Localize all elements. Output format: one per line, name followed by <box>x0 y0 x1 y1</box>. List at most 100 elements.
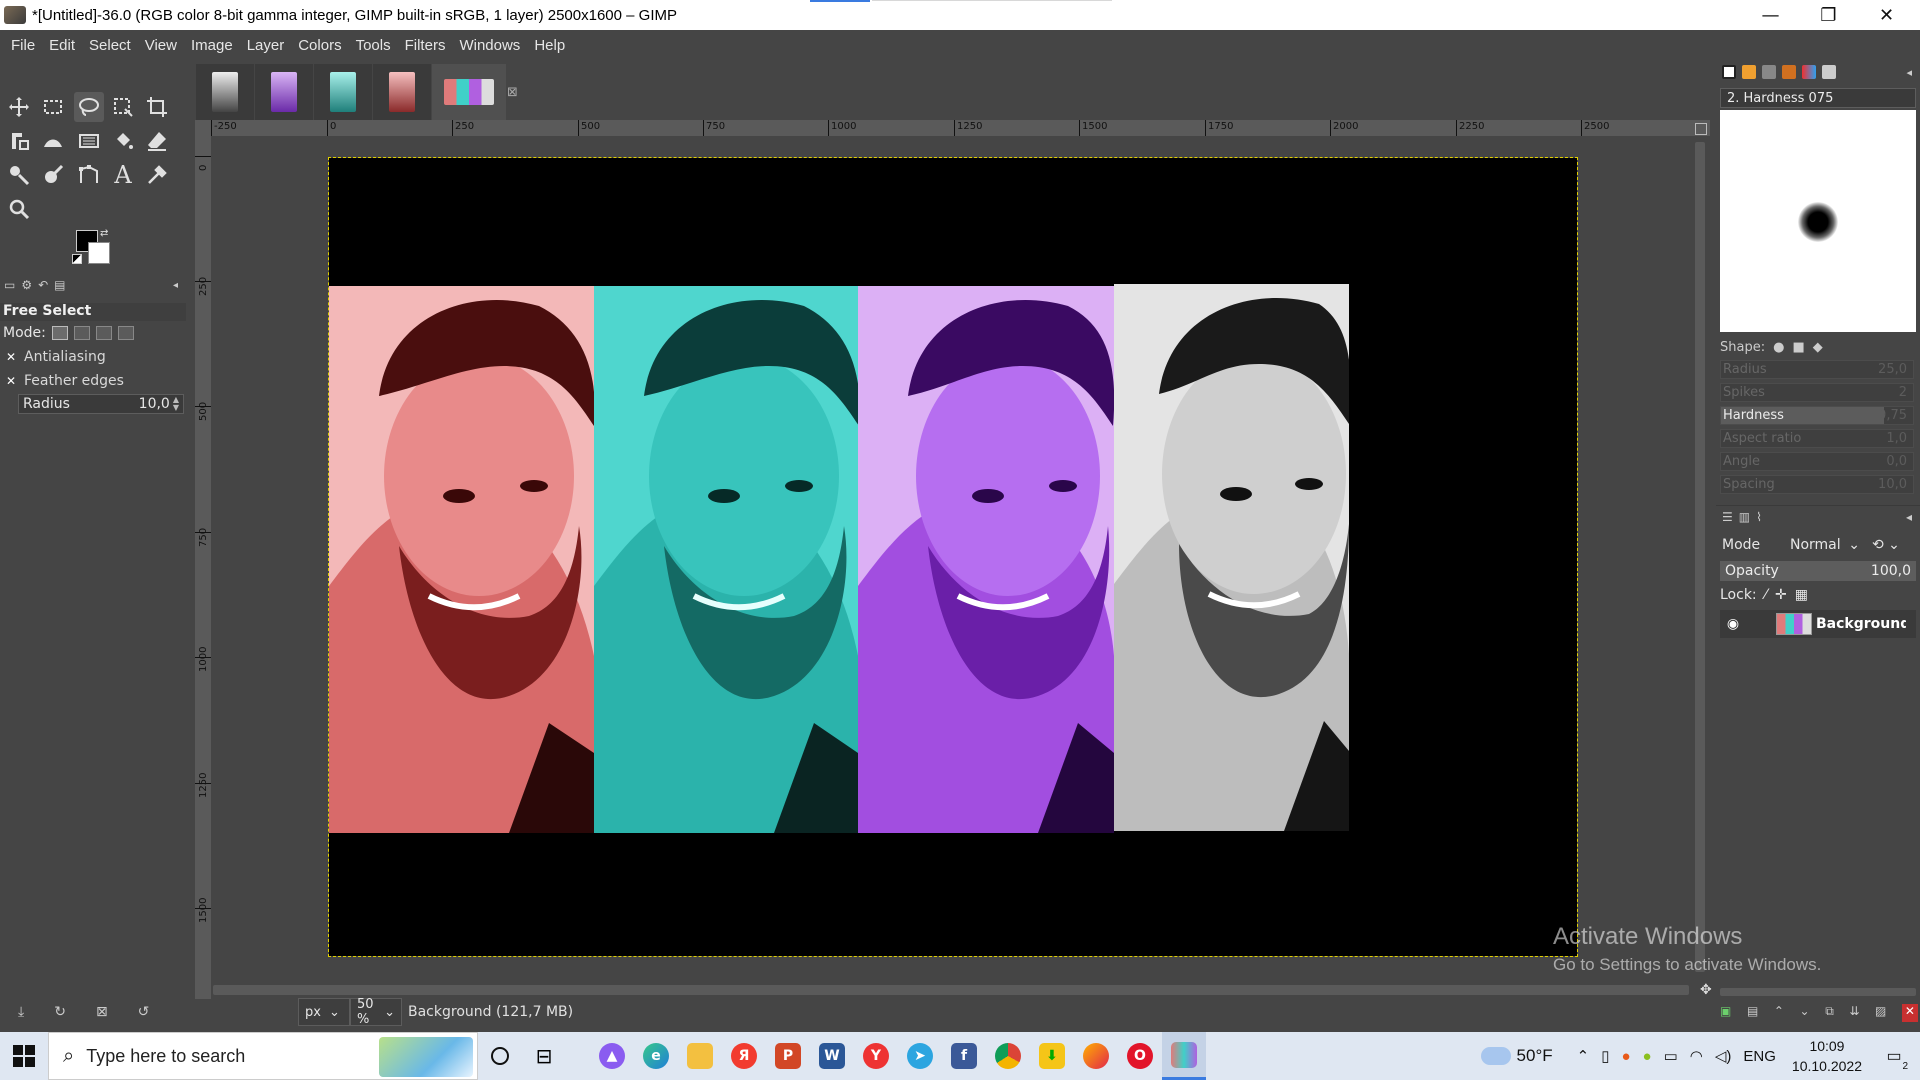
scroll-thumb[interactable] <box>1695 142 1705 972</box>
zoom-select[interactable]: 50 % ⌄ <box>350 997 402 1027</box>
paint-dynamics-tab-icon[interactable] <box>1822 65 1836 79</box>
gradients-tab-icon[interactable] <box>1802 65 1816 79</box>
layer-mode-select[interactable]: Normal ⌄ <box>1790 537 1866 553</box>
tool-presets-tab-icon[interactable] <box>1782 65 1796 79</box>
scroll-thumb[interactable] <box>213 985 1689 995</box>
brush-hardness-row[interactable]: Hardness 0,75 <box>1720 406 1914 425</box>
delete-layer-icon[interactable]: ✕ <box>1901 1004 1918 1022</box>
layers-scrollbar[interactable] <box>1720 988 1916 996</box>
vertical-scrollbar[interactable] <box>1691 136 1709 981</box>
text-tool-icon[interactable]: A <box>108 160 138 190</box>
brush-radius-row[interactable]: Radius 25,0 <box>1720 360 1914 379</box>
paths-tab-icon[interactable]: ⌇ <box>1756 510 1762 524</box>
yandex-browser-icon[interactable]: Я <box>722 1032 766 1080</box>
layer-opacity-spinner[interactable]: Opacity 100,0 <box>1720 561 1916 581</box>
mode-intersect-button[interactable] <box>117 326 134 340</box>
close-button[interactable]: ✕ <box>1858 0 1915 30</box>
file-explorer-icon[interactable] <box>678 1032 722 1080</box>
swap-colors-icon[interactable]: ⇄ <box>100 228 108 239</box>
brush-angle-row[interactable]: Angle 0,0 <box>1720 452 1914 471</box>
menu-help[interactable]: Help <box>527 37 572 54</box>
antialiasing-checkbox[interactable]: ✕ Antialiasing <box>0 348 186 366</box>
mode-add-button[interactable] <box>73 326 90 340</box>
merge-layer-icon[interactable]: ⇊ <box>1849 1004 1859 1022</box>
maximize-button[interactable]: ❐ <box>1800 0 1857 30</box>
move-tool-icon[interactable] <box>4 92 34 122</box>
taskbar-search[interactable]: ⌕ Type here to search <box>48 1032 478 1080</box>
cortana-icon[interactable] <box>478 1032 522 1080</box>
feather-edges-checkbox[interactable]: ✕ Feather edges <box>0 372 186 390</box>
duplicate-layer-icon[interactable]: ⧉ <box>1825 1004 1834 1022</box>
layer-row[interactable]: ◉ Background <box>1720 610 1916 638</box>
clone-tool-icon[interactable] <box>4 160 34 190</box>
lock-pixels-icon[interactable]: ⁄ <box>1765 587 1767 603</box>
lock-alpha-icon[interactable]: ▦ <box>1795 587 1808 603</box>
warp-tool-icon[interactable] <box>38 126 68 156</box>
images-tab-icon[interactable]: ▤ <box>54 278 65 292</box>
image-content[interactable] <box>328 157 1578 957</box>
menu-tools[interactable]: Tools <box>349 37 398 54</box>
menu-select[interactable]: Select <box>82 37 138 54</box>
brush-preview[interactable] <box>1720 110 1916 332</box>
patterns-tab-icon[interactable] <box>1742 65 1756 79</box>
menu-file[interactable]: File <box>4 37 42 54</box>
opera-icon[interactable]: O <box>1118 1032 1162 1080</box>
transform-tool-icon[interactable] <box>4 126 34 156</box>
shape-diamond-icon[interactable]: ◆ <box>1813 340 1823 355</box>
start-button[interactable] <box>0 1032 48 1080</box>
free-select-icon[interactable] <box>74 92 104 122</box>
new-layer-group-icon[interactable]: ▤ <box>1747 1004 1758 1022</box>
color-picker-icon[interactable] <box>142 160 172 190</box>
shape-square-icon[interactable]: ■ <box>1792 340 1804 355</box>
horizontal-scrollbar[interactable] <box>211 981 1691 999</box>
lower-layer-icon[interactable]: ⌄ <box>1800 1004 1810 1022</box>
wifi-icon[interactable]: ◠ <box>1690 1047 1703 1065</box>
chrome-icon[interactable] <box>986 1032 1030 1080</box>
green-app-icon[interactable]: ● <box>1643 1048 1652 1065</box>
device-status-tab-icon[interactable]: ⚙ <box>21 278 32 292</box>
tool-options-tab-icon[interactable]: ▭ <box>4 278 15 292</box>
download-manager-icon[interactable]: ⬇ <box>1030 1032 1074 1080</box>
channels-tab-icon[interactable]: ▥ <box>1739 510 1750 524</box>
save-options-icon[interactable]: ⤓ <box>18 1004 24 1024</box>
layers-tab-icon[interactable]: ☰ <box>1722 510 1733 524</box>
menu-filters[interactable]: Filters <box>398 37 453 54</box>
clock[interactable]: 10:09 10.10.2022 <box>1792 1036 1862 1076</box>
lock-position-icon[interactable]: ✛ <box>1775 587 1787 603</box>
orange-app-icon[interactable]: ● <box>1621 1048 1630 1065</box>
menu-windows[interactable]: Windows <box>452 37 527 54</box>
paths-tool-icon[interactable] <box>74 160 104 190</box>
brush-spikes-row[interactable]: Spikes 2 <box>1720 383 1914 402</box>
image-tab-5[interactable] <box>432 64 506 120</box>
image-tab-3[interactable] <box>314 64 372 120</box>
image-tab-4[interactable] <box>373 64 431 120</box>
brushes-tab-icon[interactable] <box>1722 65 1736 79</box>
crop-tool-icon[interactable] <box>142 92 172 122</box>
shape-circle-icon[interactable]: ● <box>1773 340 1784 355</box>
menu-image[interactable]: Image <box>184 37 240 54</box>
gradient-tool-icon[interactable] <box>74 126 104 156</box>
menu-layer[interactable]: Layer <box>240 37 292 54</box>
menu-colors[interactable]: Colors <box>291 37 348 54</box>
switch-mode-icon[interactable]: ⟲ ⌄ <box>1872 537 1900 553</box>
task-view-icon[interactable]: ⊟ <box>522 1032 566 1080</box>
delete-options-icon[interactable]: ⊠ <box>96 1004 108 1024</box>
visibility-eye-icon[interactable]: ◉ <box>1720 616 1746 632</box>
volume-icon[interactable]: ◁) <box>1715 1047 1732 1065</box>
show-hidden-icons-icon[interactable]: ⌃ <box>1577 1047 1590 1065</box>
reset-colors-icon[interactable] <box>72 254 82 264</box>
brush-spacing-row[interactable]: Spacing 10,0 <box>1720 475 1914 494</box>
fonts-tab-icon[interactable] <box>1762 65 1776 79</box>
yandex-icon[interactable]: Y <box>854 1032 898 1080</box>
undo-history-tab-icon[interactable]: ↶ <box>38 278 48 292</box>
restore-options-icon[interactable]: ↻ <box>54 1004 66 1024</box>
weather-widget[interactable]: 50°F <box>1480 1046 1553 1066</box>
device-icon[interactable]: ▯ <box>1601 1047 1609 1065</box>
bucket-fill-icon[interactable] <box>108 126 138 156</box>
menu-edit[interactable]: Edit <box>42 37 82 54</box>
firefox-icon[interactable] <box>1074 1032 1118 1080</box>
image-tab-1[interactable] <box>196 64 254 120</box>
mode-replace-button[interactable] <box>51 326 68 340</box>
word-icon[interactable]: W <box>810 1032 854 1080</box>
brush-aspect-ratio-row[interactable]: Aspect ratio 1,0 <box>1720 429 1914 448</box>
